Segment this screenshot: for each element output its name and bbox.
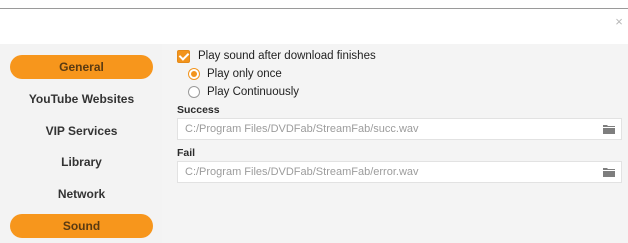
success-label: Success (177, 104, 220, 116)
close-icon[interactable]: × (612, 15, 626, 29)
sidebar-item-label: Network (57, 187, 106, 201)
sidebar-item-sound[interactable]: Sound (10, 214, 153, 238)
radio-play-once[interactable]: Play only once (188, 67, 282, 81)
success-path-value: C:/Program Files/DVDFab/StreamFab/succ.w… (185, 123, 419, 135)
settings-sidebar: General YouTube Websites VIP Services Li… (0, 44, 162, 243)
sidebar-item-vip-services[interactable]: VIP Services (10, 119, 153, 143)
window-top-border (0, 0, 628, 9)
sidebar-item-network[interactable]: Network (10, 182, 153, 206)
play-sound-label: Play sound after download finishes (198, 50, 376, 62)
play-sound-option[interactable]: Play sound after download finishes (177, 49, 376, 63)
success-path-field[interactable]: C:/Program Files/DVDFab/StreamFab/succ.w… (177, 118, 622, 140)
fail-path-field[interactable]: C:/Program Files/DVDFab/StreamFab/error.… (177, 161, 622, 183)
sidebar-item-label: YouTube Websites (28, 92, 135, 106)
radio-label: Play only once (207, 68, 282, 80)
radio-label: Play Continuously (207, 86, 300, 98)
fail-path-value: C:/Program Files/DVDFab/StreamFab/error.… (185, 166, 419, 178)
folder-icon[interactable] (603, 167, 615, 177)
sidebar-item-label: General (59, 60, 104, 74)
sidebar-item-label: Sound (62, 219, 101, 233)
sidebar-item-library[interactable]: Library (10, 150, 153, 174)
radio-button[interactable] (188, 86, 200, 98)
sidebar-item-youtube-websites[interactable]: YouTube Websites (10, 87, 153, 111)
fail-label: Fail (177, 147, 196, 159)
radio-play-continuously[interactable]: Play Continuously (188, 85, 299, 99)
sidebar-item-label: VIP Services (45, 124, 118, 138)
sidebar-item-label: Library (61, 155, 102, 169)
sidebar-item-general[interactable]: General (10, 55, 153, 79)
folder-icon[interactable] (603, 124, 615, 134)
radio-button[interactable] (188, 68, 200, 80)
play-sound-checkbox[interactable] (177, 49, 190, 63)
